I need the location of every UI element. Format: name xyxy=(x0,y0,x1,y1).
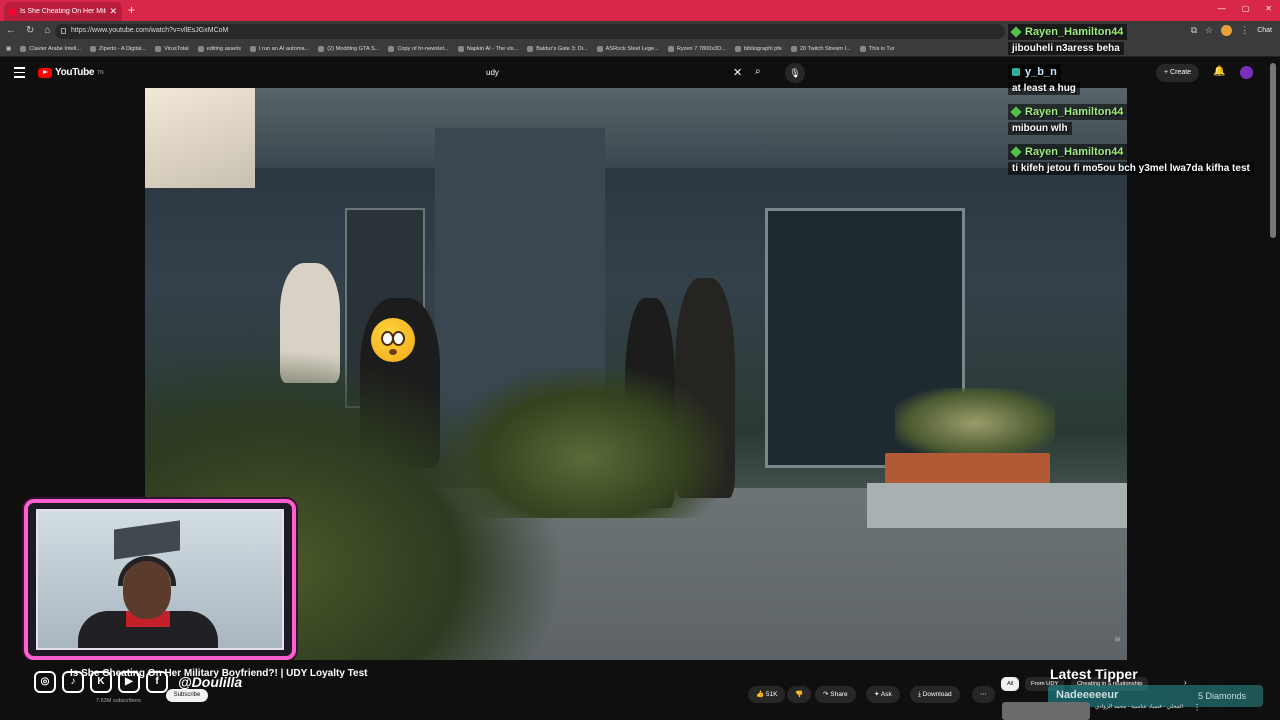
chat-text: at least a hug xyxy=(1008,82,1080,95)
more-actions-button[interactable]: ⋯ xyxy=(972,686,995,703)
headset-icon xyxy=(118,556,176,586)
latest-tipper-label: Latest Tipper xyxy=(1050,666,1138,682)
bookmark-item[interactable]: Ziperto - A Digital... xyxy=(89,45,146,52)
stream-chat-overlay: Rayen_Hamilton44 jibouheli n3aress beha … xyxy=(1008,24,1280,184)
url-text: https://www.youtube.com/watch?v=vllEsJGx… xyxy=(71,27,229,34)
chat-message: Rayen_Hamilton44 jibouheli n3aress beha xyxy=(1008,24,1280,55)
chat-text: ti kifeh jetou fi mo5ou bch y3mel lwa7da… xyxy=(1008,162,1254,175)
dislike-button[interactable]: 👎 xyxy=(787,686,812,703)
youtube-play-icon xyxy=(38,67,52,78)
chat-badge-icon xyxy=(1010,106,1022,118)
bookmark-item[interactable]: This is Tur xyxy=(859,45,895,52)
window-close-icon[interactable]: ✕ xyxy=(1265,4,1272,13)
minimize-icon[interactable]: — xyxy=(1218,4,1226,13)
facebook-icon: f xyxy=(146,671,168,693)
bookmark-item[interactable]: ASRock Steel Lege... xyxy=(596,45,659,52)
microphone-icon[interactable]: 🎙 xyxy=(785,63,805,83)
video-scene-sky xyxy=(145,88,255,188)
tiktok-icon: ♪ xyxy=(62,671,84,693)
maximize-icon[interactable]: ▢ xyxy=(1242,4,1250,13)
bookmark-folder[interactable]: bibliographi pfe xyxy=(734,45,782,52)
chat-username: y_b_n xyxy=(1008,64,1061,80)
tipper-amount: 5 Diamonds xyxy=(1198,691,1247,701)
video-scene-roof xyxy=(145,88,1127,168)
chat-message: Rayen_Hamilton44 miboun wlh xyxy=(1008,104,1280,135)
download-button[interactable]: ⤓ Download xyxy=(910,686,960,703)
search-icon[interactable]: ⌕ xyxy=(755,66,761,77)
url-field[interactable]: https://www.youtube.com/watch?v=vllEsJGx… xyxy=(55,24,1005,39)
subscriber-count: 7.63M subscribers xyxy=(96,698,141,704)
video-scene-plants xyxy=(445,368,725,518)
back-icon[interactable]: ← xyxy=(6,25,16,36)
page-scrollbar[interactable] xyxy=(1270,63,1276,238)
chip-all[interactable]: All xyxy=(1001,677,1020,691)
bookmark-item[interactable]: I run an AI automa... xyxy=(249,45,309,52)
chat-text: jibouheli n3aress beha xyxy=(1008,42,1124,55)
bookmark-item[interactable]: Ryzen 7 7800x3D... xyxy=(667,45,726,52)
flushed-face-emoji-icon xyxy=(371,318,415,362)
bookmark-folder[interactable]: editing assets xyxy=(197,45,241,52)
lock-icon xyxy=(61,28,66,34)
video-scene-planter xyxy=(885,453,1050,485)
social-handle: @Doulilla xyxy=(178,674,243,690)
youtube-favicon-icon xyxy=(9,8,16,15)
bookmark-item[interactable]: Copy of hr-newslet... xyxy=(388,45,449,52)
chat-username: Rayen_Hamilton44 xyxy=(1008,104,1128,120)
hamburger-menu-icon[interactable] xyxy=(14,67,25,81)
search-input[interactable]: udy xyxy=(476,63,776,83)
bookmark-item[interactable]: (2) Modding GTA S... xyxy=(318,45,379,52)
window-controls: — ▢ ✕ xyxy=(1218,4,1272,13)
video-scene-flowers xyxy=(895,388,1055,458)
tab-close-icon[interactable]: ✕ xyxy=(109,6,117,17)
ask-button[interactable]: ✦ Ask xyxy=(866,686,900,703)
browser-tab[interactable]: Is She Cheating On Her Military B ✕ xyxy=(4,2,122,21)
new-tab-button[interactable]: + xyxy=(128,3,135,17)
related-video-title[interactable]: المحلي - فسياد عناسية - محمد الروادي xyxy=(1095,704,1183,710)
chat-message: y_b_n at least a hug xyxy=(1008,64,1280,95)
chat-badge-icon xyxy=(1012,68,1020,76)
bookmark-item[interactable]: 20 Twitch Stream I... xyxy=(790,45,851,52)
chat-username: Rayen_Hamilton44 xyxy=(1008,144,1128,160)
bookmark-item[interactable]: Clavier Arabe Intell... xyxy=(20,45,81,52)
video-scene-bench xyxy=(867,483,1127,528)
share-button[interactable]: ↷ Share xyxy=(815,686,856,703)
tab-title: Is She Cheating On Her Military B xyxy=(20,8,107,15)
tipper-name: Nadeeeeeur xyxy=(1056,689,1119,701)
bookmark-item[interactable]: Baldur's Gate 3: Di... xyxy=(527,45,588,52)
video-watermark-icon: ≋ xyxy=(1114,635,1121,644)
browser-tab-bar: Is She Cheating On Her Military B ✕ + — … xyxy=(0,0,1280,21)
nav-buttons: ← ↻ ⌂ xyxy=(6,25,50,36)
webcam-feed xyxy=(36,509,284,650)
home-icon[interactable]: ⌂ xyxy=(44,25,50,36)
chat-username: Rayen_Hamilton44 xyxy=(1008,24,1128,40)
chat-message: Rayen_Hamilton44 ti kifeh jetou fi mo5ou… xyxy=(1008,144,1280,175)
kick-icon: K xyxy=(90,671,112,693)
webcam-overlay xyxy=(24,499,296,660)
related-video-thumbnail[interactable] xyxy=(1002,702,1090,720)
chat-badge-icon xyxy=(1010,26,1022,38)
bookmark-item[interactable]: Napkin AI - The vis... xyxy=(457,45,518,52)
youtube-icon: ▶ xyxy=(118,671,140,693)
chat-text: miboun wlh xyxy=(1008,122,1072,135)
related-more-icon[interactable]: ⋮ xyxy=(1193,703,1201,712)
subscribe-button[interactable]: Subscribe xyxy=(166,689,208,702)
youtube-logo[interactable]: YouTube TN xyxy=(38,67,104,78)
bookmark-item[interactable]: VirusTotal xyxy=(155,45,189,52)
reload-icon[interactable]: ↻ xyxy=(26,25,34,36)
clear-search-icon[interactable]: ✕ xyxy=(733,66,742,79)
like-button[interactable]: 👍 51K xyxy=(748,686,786,703)
chat-badge-icon xyxy=(1010,146,1022,158)
webcam-wall-sign xyxy=(114,520,180,560)
apps-icon[interactable]: ▦ xyxy=(6,46,11,52)
social-handles-overlay: ◎ ♪ K ▶ f @Doulilla xyxy=(34,671,242,693)
video-info-area: Is She Cheating On Her Military Boyfrien… xyxy=(0,660,1280,720)
instagram-icon: ◎ xyxy=(34,671,56,693)
